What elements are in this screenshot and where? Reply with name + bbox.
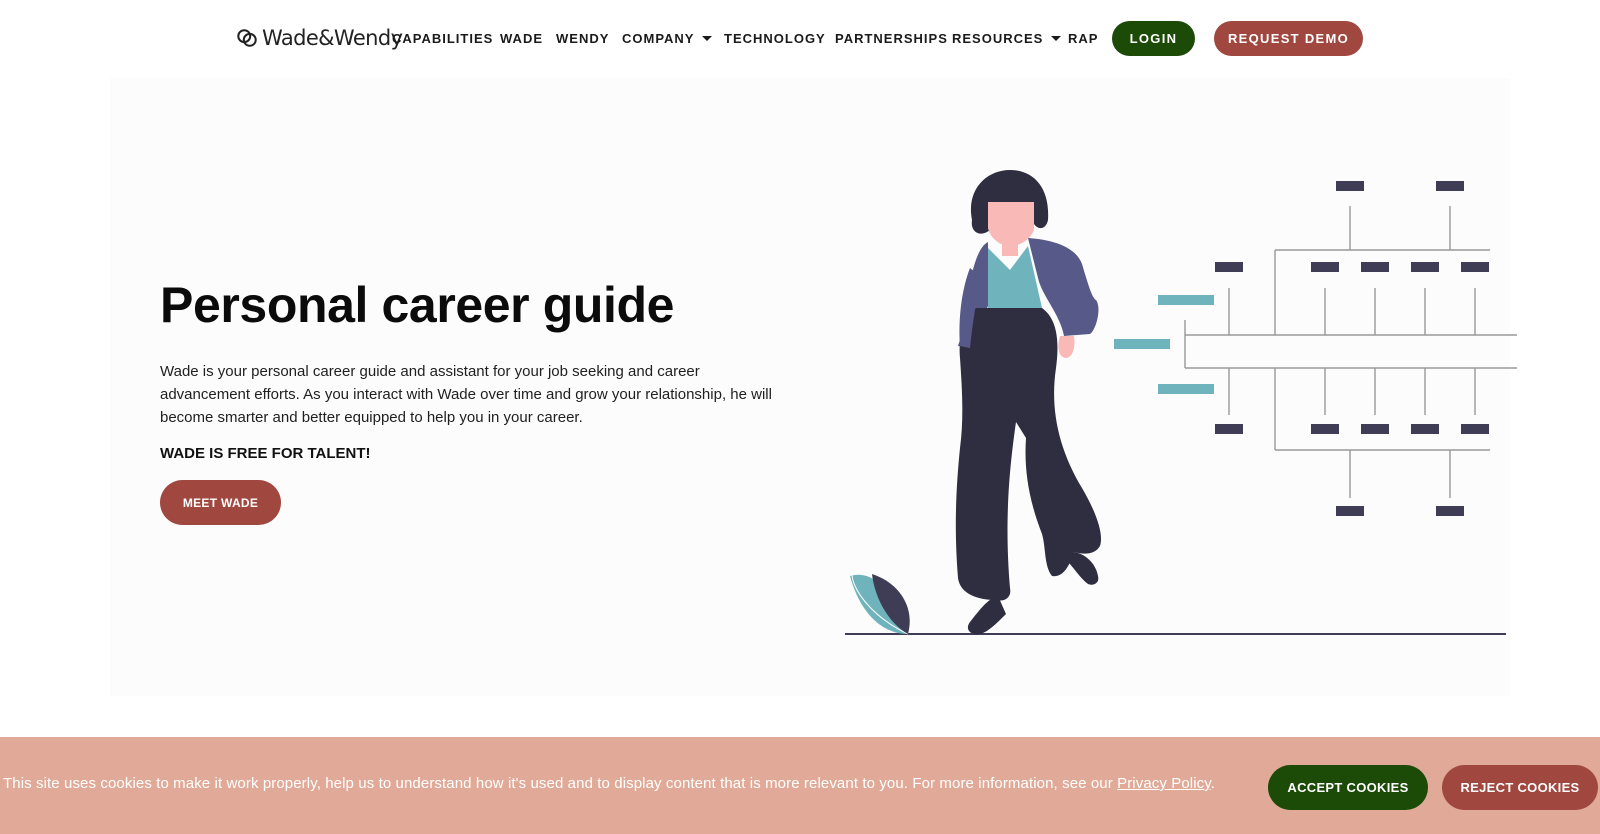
hero-description: Wade is your personal career guide and a… (160, 363, 772, 426)
nav-link-wade[interactable]: WADE (500, 31, 543, 46)
caret-down-icon (1051, 36, 1062, 41)
nav-link-label: TECHNOLOGY (724, 31, 826, 46)
meet-wade-button[interactable]: MEET WADE (160, 480, 281, 525)
brand-logo[interactable]: Wade&Wendy (236, 24, 403, 52)
cookie-text: This site uses cookies to make it work p… (3, 775, 1113, 792)
cookie-banner: This site uses cookies to make it work p… (0, 737, 1600, 834)
nav-link-label: PARTNERSHIPS (835, 31, 948, 46)
nav-link-label: RAP (1068, 31, 1099, 46)
nav-link-resources[interactable]: RESOURCES (952, 31, 1062, 46)
plant-icon (850, 573, 910, 635)
caret-down-icon (702, 36, 713, 41)
nav-link-technology[interactable]: TECHNOLOGY (724, 31, 826, 46)
nav-link-rap[interactable]: RAP (1068, 31, 1098, 46)
career-guide-illustration (845, 170, 1517, 635)
wade-wendy-logo-icon (237, 29, 257, 47)
top-navigation: Wade&Wendy CAPABILITIES WADE WENDY COMPA… (0, 0, 1600, 78)
woman-figure (955, 170, 1102, 635)
nav-link-wendy[interactable]: WENDY (556, 31, 609, 46)
accept-cookies-button[interactable]: ACCEPT COOKIES (1268, 765, 1428, 810)
nav-link-partnerships[interactable]: PARTNERSHIPS (835, 31, 948, 46)
nav-link-label: RESOURCES (952, 31, 1044, 46)
network-diagram-icon (1184, 206, 1517, 498)
nav-link-label: WADE (500, 31, 543, 46)
nav-link-capabilities[interactable]: CAPABILITIES (392, 31, 493, 46)
brand-logo-text: Wade&Wendy (262, 26, 403, 50)
login-button[interactable]: LOGIN (1112, 21, 1195, 56)
reject-cookies-button[interactable]: REJECT COOKIES (1442, 765, 1598, 810)
diagram-teal-nodes (1114, 295, 1214, 394)
nav-link-label: COMPANY (622, 31, 695, 46)
nav-link-label: WENDY (556, 31, 610, 46)
cookie-period: . (1210, 775, 1216, 792)
hero-title: Personal career guide (160, 277, 675, 333)
hero-free-note: WADE IS FREE FOR TALENT! (160, 445, 371, 462)
nav-link-label: CAPABILITIES (392, 31, 494, 46)
diagram-nodes (1215, 181, 1489, 516)
privacy-policy-link[interactable]: Privacy Policy (1117, 775, 1211, 792)
cookie-message: This site uses cookies to make it work p… (3, 775, 1215, 792)
request-demo-button[interactable]: REQUEST DEMO (1214, 21, 1363, 56)
nav-link-company[interactable]: COMPANY (622, 31, 713, 46)
